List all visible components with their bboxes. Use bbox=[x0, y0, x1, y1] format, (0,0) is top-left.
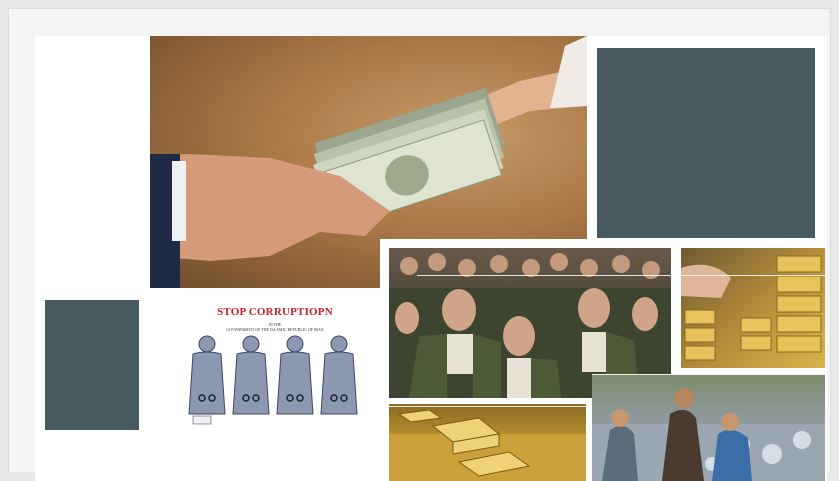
gold-bars-photo bbox=[681, 248, 825, 368]
children-illustration bbox=[592, 388, 825, 481]
gold-bars-illustration bbox=[681, 255, 822, 361]
gray-placeholder-block bbox=[45, 300, 139, 430]
overlay-line bbox=[389, 406, 586, 407]
gray-placeholder-block bbox=[597, 48, 815, 238]
overlay-line bbox=[681, 275, 825, 276]
overlay-line bbox=[417, 275, 671, 276]
page-frame: STOP CORRUPTIOPN IN THE GOVERNMENT OF TH… bbox=[8, 8, 831, 481]
children-photo bbox=[592, 374, 825, 481]
handcuffed-figures-illustration bbox=[188, 335, 358, 425]
poster-subtitle: GOVERNMENT OF THE ISLAMIC REPUBLIC OF IR… bbox=[226, 327, 324, 332]
gold-pile-illustration bbox=[389, 409, 586, 481]
stop-corruption-poster: STOP CORRUPTIOPN IN THE GOVERNMENT OF TH… bbox=[175, 298, 375, 428]
overlay-line bbox=[592, 374, 825, 375]
gold-pile-photo bbox=[389, 404, 586, 481]
poster-title: STOP CORRUPTIOPN bbox=[217, 306, 333, 318]
image-canvas: STOP CORRUPTIOPN IN THE GOVERNMENT OF TH… bbox=[35, 36, 827, 481]
